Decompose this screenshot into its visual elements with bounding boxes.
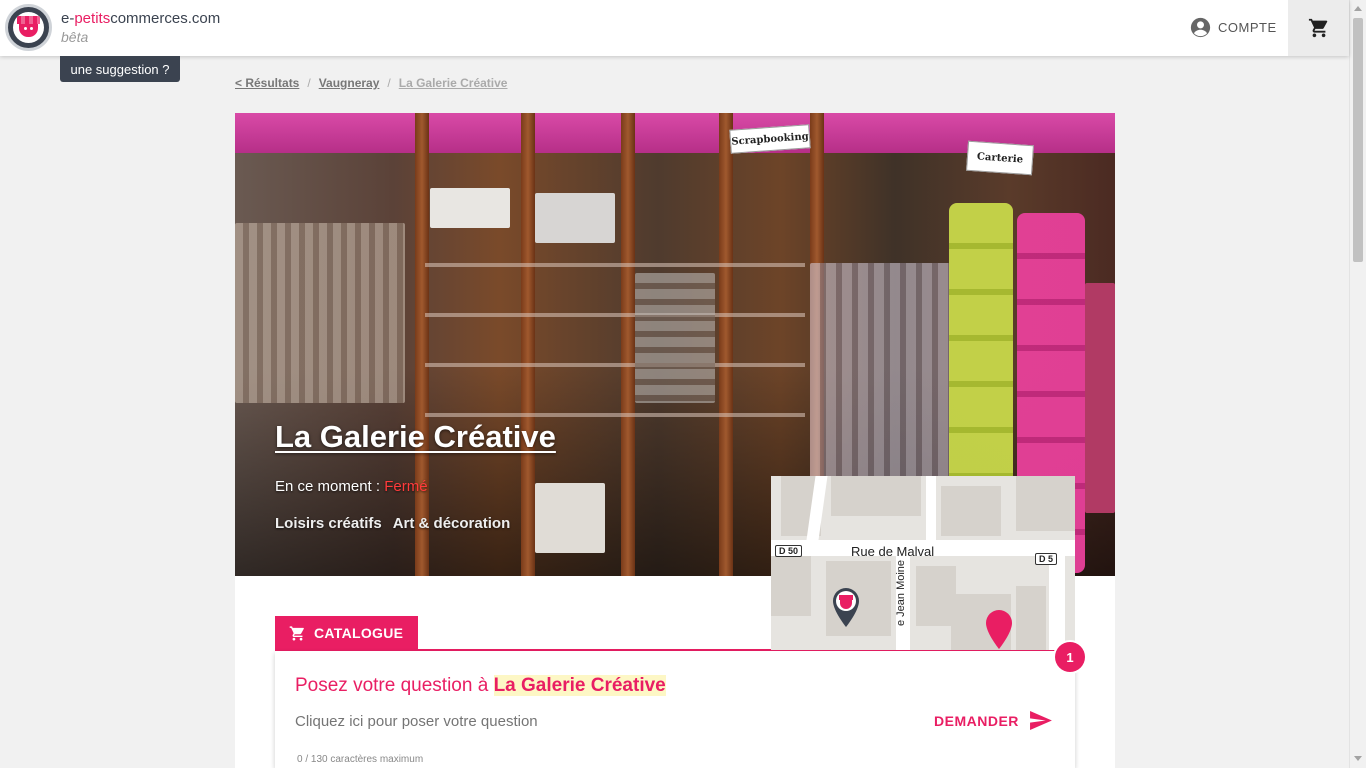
cart-button[interactable] xyxy=(1288,0,1349,56)
shop-map[interactable]: Rue de Malval e Jean Moine D 50 D 5 xyxy=(771,476,1075,650)
notification-badge[interactable]: 1 xyxy=(1055,642,1085,672)
account-button[interactable]: COMPTE xyxy=(1190,17,1277,38)
beta-label: bêta xyxy=(61,29,89,45)
account-circle-icon xyxy=(1190,17,1211,38)
page-scrollbar[interactable] xyxy=(1349,0,1366,768)
cart-icon xyxy=(289,625,304,641)
ask-button[interactable]: DEMANDER xyxy=(934,711,1052,730)
question-input[interactable] xyxy=(295,713,895,730)
send-icon xyxy=(1029,711,1052,730)
shop-categories: Loisirs créatifs Art & décoration xyxy=(275,515,510,532)
breadcrumb-city-link[interactable]: Vaugneray xyxy=(319,76,380,90)
breadcrumb-current[interactable]: La Galerie Créative xyxy=(399,76,508,90)
site-logo[interactable] xyxy=(5,4,52,51)
opening-status: En ce moment : Fermé xyxy=(275,478,428,495)
char-counter: 0 / 130 caractères maximum xyxy=(297,754,424,765)
status-closed: Fermé xyxy=(384,478,428,495)
account-label: COMPTE xyxy=(1218,20,1277,35)
route-badge: D 5 xyxy=(1035,553,1058,565)
scroll-up-icon[interactable] xyxy=(1354,6,1362,11)
street-label: Rue de Malval xyxy=(851,544,935,559)
brand-name[interactable]: e-petitscommerces.com xyxy=(61,10,220,27)
top-bar: e-petitscommerces.com bêta COMPTE xyxy=(0,0,1349,56)
breadcrumb: < Résultats / Vaugneray / La Galerie Cré… xyxy=(235,76,508,90)
shop-map-marker-icon[interactable] xyxy=(831,586,861,628)
route-badge: D 50 xyxy=(775,545,803,557)
question-card: Posez votre question à La Galerie Créati… xyxy=(275,651,1075,768)
breadcrumb-results-link[interactable]: < Résultats xyxy=(235,76,299,90)
category-tag[interactable]: Art & décoration xyxy=(393,515,511,532)
location-pin-icon[interactable] xyxy=(984,608,1014,650)
category-tag[interactable]: Loisirs créatifs xyxy=(275,515,382,532)
suggestion-button[interactable]: une suggestion ? xyxy=(60,56,180,82)
shop-title[interactable]: La Galerie Créative xyxy=(275,419,556,455)
scroll-down-icon[interactable] xyxy=(1354,756,1362,761)
photo-sign-carterie: Carterie xyxy=(966,140,1034,176)
scroll-thumb[interactable] xyxy=(1353,18,1363,262)
cart-icon xyxy=(1308,18,1327,38)
tab-catalogue[interactable]: CATALOGUE xyxy=(275,616,418,650)
question-heading: Posez votre question à La Galerie Créati… xyxy=(295,675,666,696)
tab-catalogue-label: CATALOGUE xyxy=(314,625,404,641)
side-street-label: e Jean Moine xyxy=(895,559,907,626)
